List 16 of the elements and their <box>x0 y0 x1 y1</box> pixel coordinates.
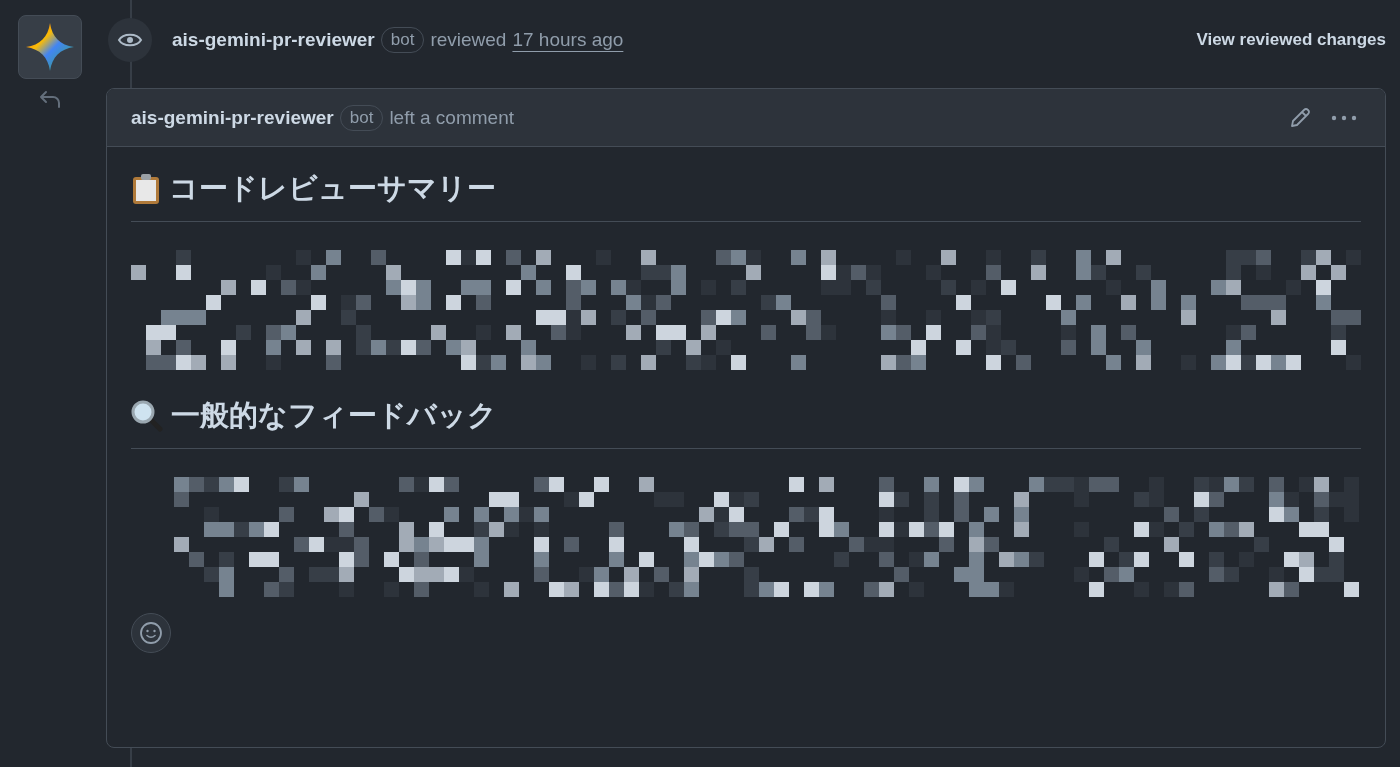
review-action: reviewed <box>430 29 507 51</box>
smiley-icon <box>139 621 163 645</box>
comment-action: left a comment <box>389 106 514 129</box>
author-name[interactable]: ais-gemini-pr-reviewer <box>172 29 375 51</box>
section-heading: 一般的なフィードバック <box>171 398 497 433</box>
edit-icon[interactable] <box>1289 106 1311 129</box>
avatar-logo-icon <box>18 15 82 79</box>
magnifier-icon <box>131 400 163 432</box>
add-reaction-button[interactable] <box>131 613 171 653</box>
reply-arrow-icon[interactable] <box>38 89 62 109</box>
view-changes-link[interactable]: View reviewed changes <box>1196 30 1386 50</box>
more-options-icon[interactable] <box>1331 114 1357 121</box>
clipboard-icon <box>131 173 161 205</box>
author-name[interactable]: ais-gemini-pr-reviewer <box>131 106 334 129</box>
section-heading: コードレビューサマリー <box>169 171 496 206</box>
timestamp-link[interactable]: 17 hours ago <box>512 29 624 51</box>
